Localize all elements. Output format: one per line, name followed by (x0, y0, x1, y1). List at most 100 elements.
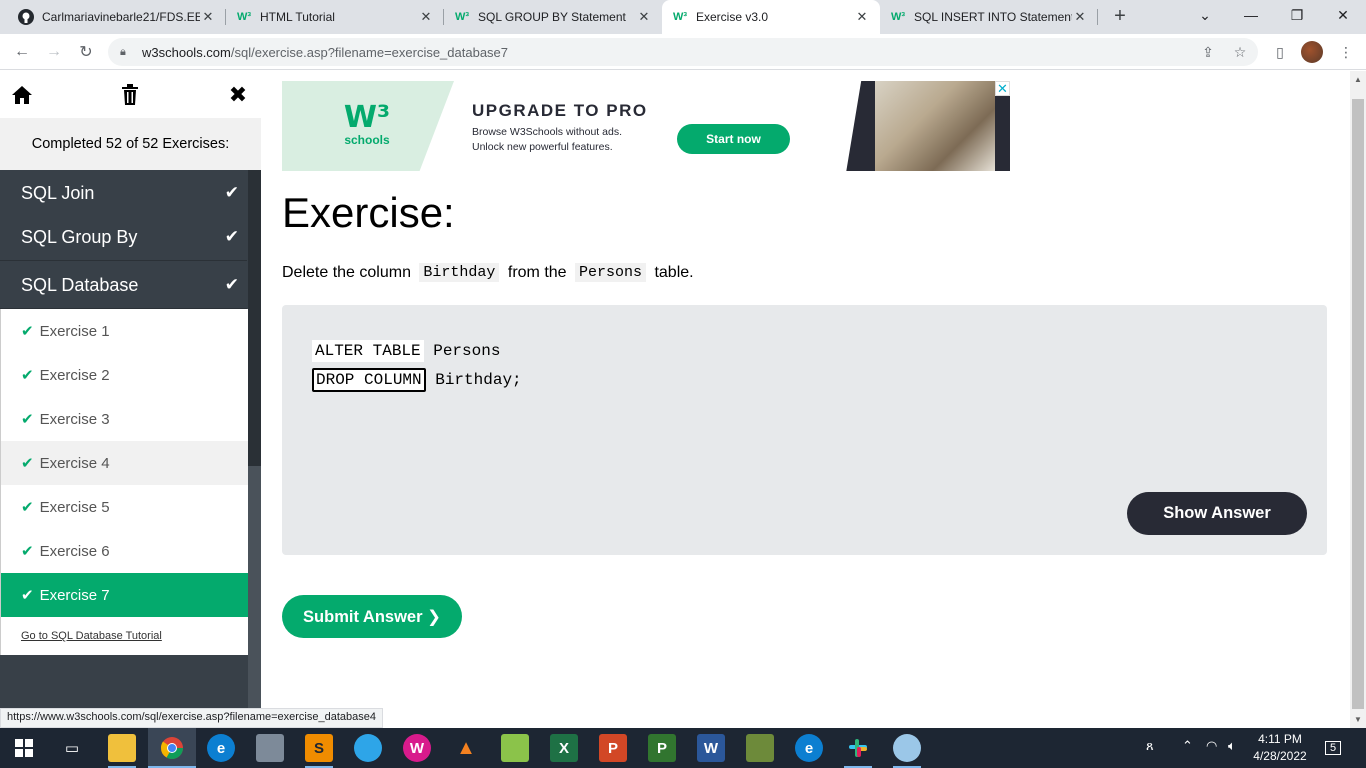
exercise-item-4[interactable]: ✔ Exercise 4 (1, 441, 248, 485)
restore-button[interactable]: ❐ (1274, 0, 1320, 30)
tab-title: SQL INSERT INTO Statement (914, 10, 1072, 24)
exercise-item-3[interactable]: ✔ Exercise 3 (1, 397, 248, 441)
address-bar[interactable]: 🔒︎ w3schools.com/sql/exercise.asp?filena… (108, 38, 1258, 66)
category-label: SQL Group By (21, 226, 138, 247)
close-icon[interactable]: ✕ (854, 9, 870, 25)
chevron-up-icon[interactable]: ⌃ (1182, 738, 1193, 754)
minimize-button[interactable]: — (1228, 0, 1274, 30)
task-view-icon[interactable]: ▭ (58, 734, 86, 762)
tab-title: SQL GROUP BY Statement (478, 10, 626, 24)
clock-time: 4:11 PM (1258, 732, 1302, 746)
app-icon[interactable] (256, 734, 284, 762)
w3schools-icon: W³ (236, 11, 252, 23)
code-line-2: DROP COLUMN Birthday; (312, 368, 522, 392)
browser-tab[interactable]: W³ HTML Tutorial ✕ (226, 0, 444, 34)
sidebar-category-sql-group-by[interactable]: SQL Group By ✔ (0, 214, 247, 261)
share-icon[interactable]: ⇪ (1196, 40, 1220, 64)
close-icon[interactable]: ✕ (200, 9, 216, 25)
people-icon[interactable]: ጸ (1146, 738, 1154, 754)
home-icon[interactable] (10, 83, 34, 107)
close-icon[interactable]: ✕ (636, 9, 652, 25)
browser-tab[interactable]: W³ SQL INSERT INTO Statement ✕ (880, 0, 1098, 34)
project-icon[interactable]: P (648, 734, 676, 762)
start-now-button[interactable]: Start now (677, 124, 790, 154)
ad-banner[interactable]: W³ schools UPGRADE TO PRO Browse W3Schoo… (282, 81, 1010, 171)
page-scrollbar[interactable]: ▲ ▼ (1350, 71, 1366, 728)
scrollbar-thumb[interactable] (1352, 99, 1364, 709)
close-icon[interactable]: ✖ (226, 82, 250, 107)
exercise-label: Exercise 2 (39, 366, 110, 384)
tab-title: Exercise v3.0 (696, 10, 769, 24)
checkmark-icon: ✔ (21, 367, 34, 384)
star-icon[interactable]: ☆ (1228, 40, 1252, 64)
close-icon[interactable]: ✕ (1072, 9, 1088, 25)
tutorial-link[interactable]: Go to SQL Database Tutorial (1, 617, 248, 655)
wamp-icon[interactable]: W (403, 734, 431, 762)
close-icon[interactable]: ✕ (995, 81, 1010, 96)
side-panel-icon[interactable]: ▯ (1268, 40, 1292, 64)
ad-line: Unlock new powerful features. (472, 141, 613, 153)
ad-photo (875, 81, 995, 171)
browser-tab-active[interactable]: W³ Exercise v3.0 ✕ (662, 0, 880, 34)
excel-icon[interactable]: X (550, 734, 578, 762)
exercise-item-7-active[interactable]: ✔ Exercise 7 (1, 573, 248, 617)
system-clock[interactable]: 4:11 PM 4/28/2022 (1252, 731, 1308, 765)
scrollbar-thumb[interactable] (248, 170, 261, 466)
wifi-icon[interactable]: ◠ (1206, 738, 1217, 754)
sidebar-scrollbar[interactable] (248, 170, 261, 708)
checkmark-icon: ✔ (21, 543, 34, 560)
browser-tab[interactable]: W³ SQL GROUP BY Statement ✕ (444, 0, 662, 34)
browser-toolbar: ← → ↻ 🔒︎ w3schools.com/sql/exercise.asp?… (0, 34, 1366, 70)
notification-center-icon[interactable]: 5 (1322, 738, 1344, 758)
scroll-down-icon[interactable]: ▼ (1354, 715, 1362, 724)
scroll-up-icon[interactable]: ▲ (1354, 75, 1362, 84)
app-icon[interactable] (501, 734, 529, 762)
close-window-button[interactable]: ✕ (1320, 0, 1366, 30)
exercise-title: Exercise: (282, 189, 455, 236)
word-icon[interactable]: W (697, 734, 725, 762)
menu-icon[interactable]: ⋮ (1334, 40, 1358, 64)
reload-icon[interactable]: ↻ (74, 40, 98, 64)
windows-start-icon[interactable] (10, 734, 38, 762)
checkmark-icon: ✔ (224, 275, 239, 294)
tab-search-icon[interactable]: ⌄ (1182, 0, 1228, 30)
trash-icon[interactable] (118, 83, 142, 107)
exercise-item-5[interactable]: ✔ Exercise 5 (1, 485, 248, 529)
close-icon[interactable]: ✕ (418, 9, 434, 25)
powerpoint-icon[interactable]: P (599, 734, 627, 762)
exercise-item-1[interactable]: ✔ Exercise 1 (1, 309, 248, 353)
sidebar-category-sql-join[interactable]: SQL Join ✔ (0, 170, 247, 217)
paint-icon[interactable] (893, 734, 921, 762)
browser-tab[interactable]: Carlmariavinebarle21/FDS.EE ✕ (8, 0, 226, 34)
forward-icon[interactable]: → (42, 40, 66, 64)
exercise-item-2[interactable]: ✔ Exercise 2 (1, 353, 248, 397)
url-path: /sql/exercise.asp?filename=exercise_data… (230, 44, 509, 60)
app-icon[interactable] (746, 734, 774, 762)
w3schools-logo: W³ schools (337, 103, 397, 148)
chrome-icon[interactable] (158, 734, 186, 762)
submit-answer-button[interactable]: Submit Answer ❯ (282, 595, 462, 638)
checkmark-icon: ✔ (21, 323, 34, 340)
exercise-label: Exercise 6 (39, 542, 110, 560)
answer-input[interactable]: DROP COLUMN (312, 368, 426, 392)
edge-icon[interactable]: e (207, 734, 235, 762)
sidebar-category-sql-database[interactable]: SQL Database ✔ (0, 262, 247, 309)
edge-icon[interactable]: e (795, 734, 823, 762)
exercise-label: Exercise 1 (39, 322, 110, 340)
profile-avatar[interactable] (1301, 41, 1323, 63)
w3schools-icon: W³ (454, 11, 470, 23)
exercise-item-6[interactable]: ✔ Exercise 6 (1, 529, 248, 573)
show-answer-button[interactable]: Show Answer (1127, 492, 1307, 535)
status-bar-url: https://www.w3schools.com/sql/exercise.a… (0, 708, 383, 728)
file-explorer-icon[interactable] (108, 734, 136, 762)
back-icon[interactable]: ← (10, 40, 34, 64)
checkmark-icon: ✔ (224, 227, 239, 246)
vlc-icon[interactable]: ▲ (452, 734, 480, 762)
app-icon[interactable] (354, 734, 382, 762)
slack-icon[interactable] (844, 734, 872, 762)
main-content: W³ schools UPGRADE TO PRO Browse W3Schoo… (261, 71, 1350, 708)
checkmark-icon: ✔ (21, 455, 34, 472)
sublime-text-icon[interactable]: S (305, 734, 333, 762)
new-tab-button[interactable]: + (1108, 4, 1132, 28)
volume-icon[interactable]: 🔈︎ (1228, 738, 1236, 754)
